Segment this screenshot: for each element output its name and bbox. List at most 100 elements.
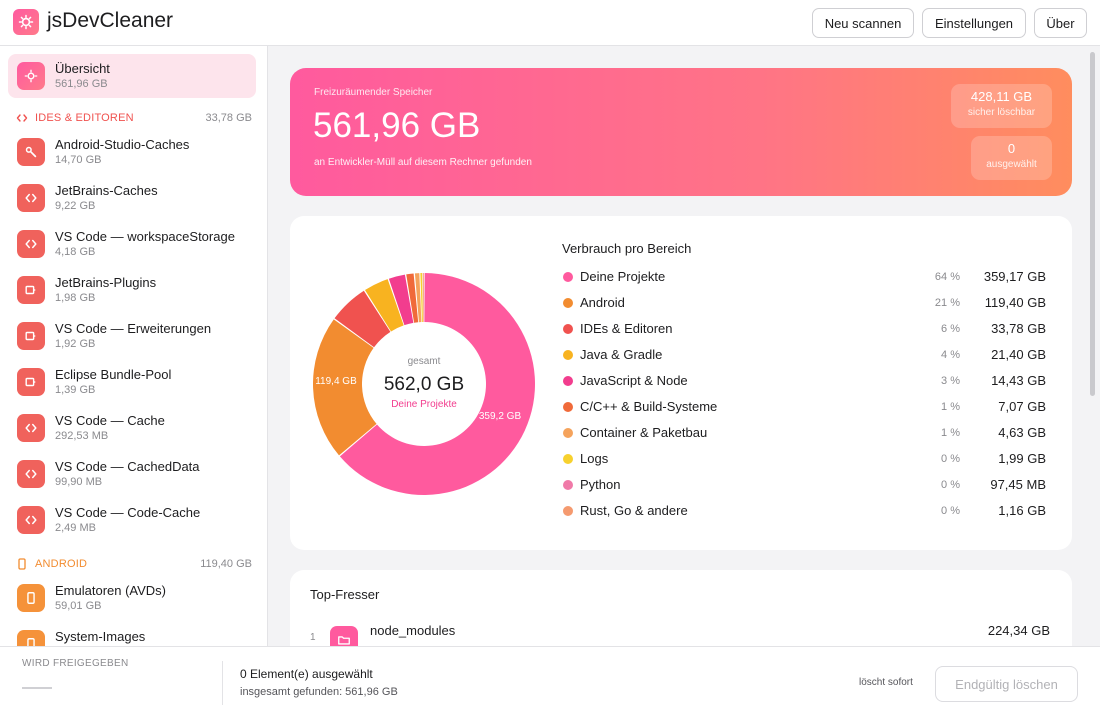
usage-donut-chart: gesamt 562,0 GB Deine Projekte 359,2 GB … bbox=[313, 273, 535, 495]
usage-title: Verbrauch pro Bereich bbox=[562, 241, 692, 256]
legend-percent: 1 % bbox=[941, 427, 960, 439]
phone-icon bbox=[18, 558, 26, 570]
sidebar-item-system-images[interactable]: System-Images bbox=[8, 622, 256, 646]
safe-deletable-label: sicher löschbar bbox=[967, 107, 1036, 118]
plugin-icon bbox=[17, 276, 45, 304]
code-icon bbox=[17, 230, 45, 258]
phone-icon bbox=[17, 584, 45, 612]
legend-dot bbox=[563, 350, 573, 360]
sidebar-item-emulators[interactable]: Emulatoren (AVDs) 59,01 GB bbox=[8, 576, 256, 620]
sidebar-item-vscode-cacheddata[interactable]: VS Code — CachedData 99,90 MB bbox=[8, 452, 256, 496]
main-scrollbar[interactable] bbox=[1090, 52, 1095, 396]
total-found: insgesamt gefunden: 561,96 GB bbox=[240, 686, 398, 698]
legend-row[interactable]: Logs 0 % 1,99 GB bbox=[562, 449, 1048, 469]
legend-row[interactable]: C/C++ & Build-Systeme 1 % 7,07 GB bbox=[562, 397, 1048, 417]
sidebar-item-android-studio-caches[interactable]: Android-Studio-Caches 14,70 GB bbox=[8, 130, 256, 174]
sidebar-item-label: System-Images bbox=[55, 629, 146, 644]
sidebar-item-size: 99,90 MB bbox=[55, 476, 103, 488]
legend-value: 359,17 GB bbox=[983, 269, 1046, 284]
legend-row[interactable]: Container & Paketbau 1 % 4,63 GB bbox=[562, 423, 1048, 443]
legend-percent: 1 % bbox=[941, 401, 960, 413]
code-icon bbox=[17, 184, 45, 212]
legend-row[interactable]: Rust, Go & andere 0 % 1,16 GB bbox=[562, 501, 1048, 521]
sidebar-item-size: 292,53 MB bbox=[55, 430, 109, 442]
sidebar-item-size: 9,22 GB bbox=[55, 200, 96, 212]
top-item-rank: 1 bbox=[310, 632, 316, 643]
code-icon bbox=[17, 460, 45, 488]
legend-row[interactable]: Java & Gradle 4 % 21,40 GB bbox=[562, 345, 1048, 365]
hero-card: Freizuräumender Speicher 561,96 GB an En… bbox=[290, 68, 1072, 196]
hero-total-value: 561,96 GB bbox=[313, 106, 481, 145]
phone-icon bbox=[17, 630, 45, 646]
sidebar-item-size: 4,18 GB bbox=[55, 246, 96, 258]
sidebar-item-size: 1,98 GB bbox=[55, 292, 96, 304]
legend-row[interactable]: JavaScript & Node 3 % 14,43 GB bbox=[562, 371, 1048, 391]
legend-name: JavaScript & Node bbox=[580, 373, 688, 388]
legend-percent: 21 % bbox=[934, 297, 960, 309]
donut-center-value: 562,0 GB bbox=[384, 374, 464, 395]
sidebar-item-label: VS Code — workspaceStorage bbox=[55, 229, 235, 244]
sidebar-item-vscode-extensions[interactable]: VS Code — Erweiterungen 1,92 GB bbox=[8, 314, 256, 358]
hero-label: Freizuräumender Speicher bbox=[314, 87, 433, 98]
sidebar-item-size: 2,49 MB bbox=[55, 522, 96, 534]
sidebar-group-ides: IDES & EDITOREN 33,78 GB bbox=[16, 111, 252, 127]
sidebar-item-overview[interactable]: Übersicht 561,96 GB bbox=[8, 54, 256, 98]
sidebar-item-jetbrains-caches[interactable]: JetBrains-Caches 9,22 GB bbox=[8, 176, 256, 220]
footer-bar: WIRD FREIGEGEBEN 0 Element(e) ausgewählt… bbox=[0, 646, 1100, 720]
legend-dot bbox=[563, 428, 573, 438]
sidebar-item-label: JetBrains-Caches bbox=[55, 183, 158, 198]
sidebar-item-jetbrains-plugins[interactable]: JetBrains-Plugins 1,98 GB bbox=[8, 268, 256, 312]
app-header: jsDevCleaner Neu scannen Einstellungen Ü… bbox=[0, 0, 1100, 46]
legend-dot bbox=[563, 402, 573, 412]
code-icon bbox=[17, 414, 45, 442]
donut-slice-label: 119,4 GB bbox=[315, 376, 357, 387]
donut-slice-label: 359,2 GB bbox=[479, 411, 522, 422]
sidebar-item-label: VS Code — CachedData bbox=[55, 459, 200, 474]
sidebar-item-label: Übersicht bbox=[55, 61, 110, 76]
freeing-label: WIRD FREIGEGEBEN bbox=[22, 658, 129, 669]
sidebar-group-label: IDES & EDITOREN bbox=[35, 112, 134, 124]
sidebar: Übersicht 561,96 GB IDES & EDITOREN 33,7… bbox=[0, 46, 268, 646]
app-title: jsDevCleaner bbox=[47, 9, 174, 32]
legend-value: 21,40 GB bbox=[991, 347, 1046, 362]
legend-name: Java & Gradle bbox=[580, 347, 663, 362]
sidebar-group-label: ANDROID bbox=[35, 558, 88, 570]
top-consumers-title: Top-Fresser bbox=[310, 587, 380, 602]
settings-button[interactable]: Einstellungen bbox=[922, 8, 1026, 38]
sidebar-item-vscode-code-cache[interactable]: VS Code — Code-Cache 2,49 MB bbox=[8, 498, 256, 542]
footer-divider bbox=[222, 661, 223, 705]
hero-subtitle: an Entwickler-Müll auf diesem Rechner ge… bbox=[314, 157, 532, 168]
sidebar-item-label: VS Code — Code-Cache bbox=[55, 505, 201, 520]
freeing-progress-bar bbox=[22, 687, 52, 689]
donut-slice[interactable] bbox=[422, 273, 424, 323]
legend-name: Deine Projekte bbox=[580, 269, 666, 284]
app-logo-icon bbox=[13, 9, 39, 35]
legend-dot bbox=[563, 324, 573, 334]
sidebar-item-size: 1,92 GB bbox=[55, 338, 96, 350]
delete-permanently-button[interactable]: Endgültig löschen bbox=[935, 666, 1078, 702]
legend-value: 14,43 GB bbox=[991, 373, 1046, 388]
legend-row[interactable]: Android 21 % 119,40 GB bbox=[562, 293, 1048, 313]
rescan-button[interactable]: Neu scannen bbox=[812, 8, 914, 38]
sidebar-item-vscode-cache[interactable]: VS Code — Cache 292,53 MB bbox=[8, 406, 256, 450]
legend-row[interactable]: Python 0 % 97,45 MB bbox=[562, 475, 1048, 495]
legend-percent: 6 % bbox=[941, 323, 960, 335]
legend-name: Python bbox=[580, 477, 621, 492]
legend-percent: 0 % bbox=[941, 505, 960, 517]
legend-row[interactable]: IDEs & Editoren 6 % 33,78 GB bbox=[562, 319, 1048, 339]
code-icon bbox=[16, 114, 28, 122]
sidebar-item-vscode-workspacestorage[interactable]: VS Code — workspaceStorage 4,18 GB bbox=[8, 222, 256, 266]
legend-name: Container & Paketbau bbox=[580, 425, 708, 440]
delete-note: löscht sofort bbox=[859, 677, 913, 688]
legend-percent: 4 % bbox=[941, 349, 960, 361]
top-item-name[interactable]: node_modules bbox=[370, 623, 455, 638]
sidebar-item-label: VS Code — Cache bbox=[55, 413, 165, 428]
about-button[interactable]: Über bbox=[1034, 8, 1087, 38]
sidebar-group-size: 119,40 GB bbox=[200, 558, 252, 570]
sidebar-item-size: 1,39 GB bbox=[55, 384, 96, 396]
sun-icon bbox=[17, 62, 45, 90]
sidebar-item-label: Eclipse Bundle-Pool bbox=[55, 367, 172, 382]
sidebar-item-eclipse-bundle-pool[interactable]: Eclipse Bundle-Pool 1,39 GB bbox=[8, 360, 256, 404]
sidebar-item-label: VS Code — Erweiterungen bbox=[55, 321, 212, 336]
legend-row[interactable]: Deine Projekte 64 % 359,17 GB bbox=[562, 267, 1048, 287]
